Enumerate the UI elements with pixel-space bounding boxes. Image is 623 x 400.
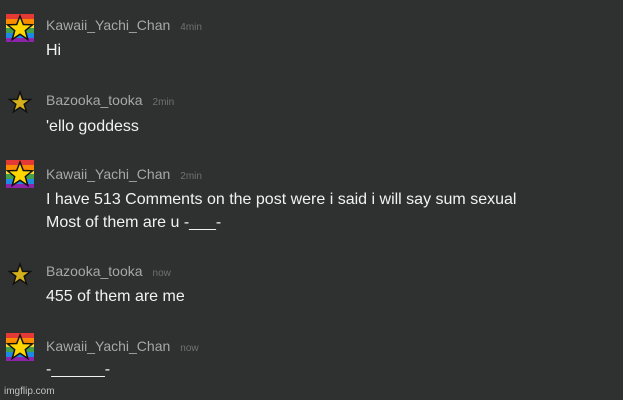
imgflip-watermark: imgflip.com [4,386,55,397]
message-username[interactable]: Kawaii_Yachi_Chan [46,166,170,182]
rainbow-star-icon [6,160,34,188]
rainbow-star-avatar[interactable] [6,160,34,188]
message-timestamp: 4min [180,22,202,33]
message-text: Hi [46,42,62,59]
message-timestamp: 2min [152,97,175,108]
message-text: -______- [46,361,111,378]
small-star-icon [7,261,33,286]
message-text: 'ello goddess [46,118,139,135]
chat-window: Kawaii_Yachi_Chan 4min Hi Bazooka_tooka 2m… [0,0,623,400]
message-timestamp: 2min [180,171,202,182]
message-text: I have 513 Comments on the post were i s… [46,191,517,208]
message-username[interactable]: Kawaii_Yachi_Chan [46,17,170,33]
message-username[interactable]: Bazooka_tooka [46,92,143,108]
message-username[interactable]: Bazooka_tooka [46,263,143,279]
small-star-avatar[interactable] [6,261,34,289]
message-username[interactable]: Kawaii_Yachi_Chan [46,338,170,354]
message-timestamp: now [152,268,171,279]
message-text: 455 of them are me [46,288,185,305]
rainbow-star-icon [6,333,34,361]
message-timestamp: now [180,343,199,354]
message-text: Most of them are u -___- [46,214,222,231]
small-star-avatar[interactable] [6,89,34,117]
rainbow-star-avatar[interactable] [6,333,34,361]
rainbow-star-icon [6,14,34,42]
rainbow-star-avatar[interactable] [6,14,34,42]
small-star-icon [7,89,33,114]
